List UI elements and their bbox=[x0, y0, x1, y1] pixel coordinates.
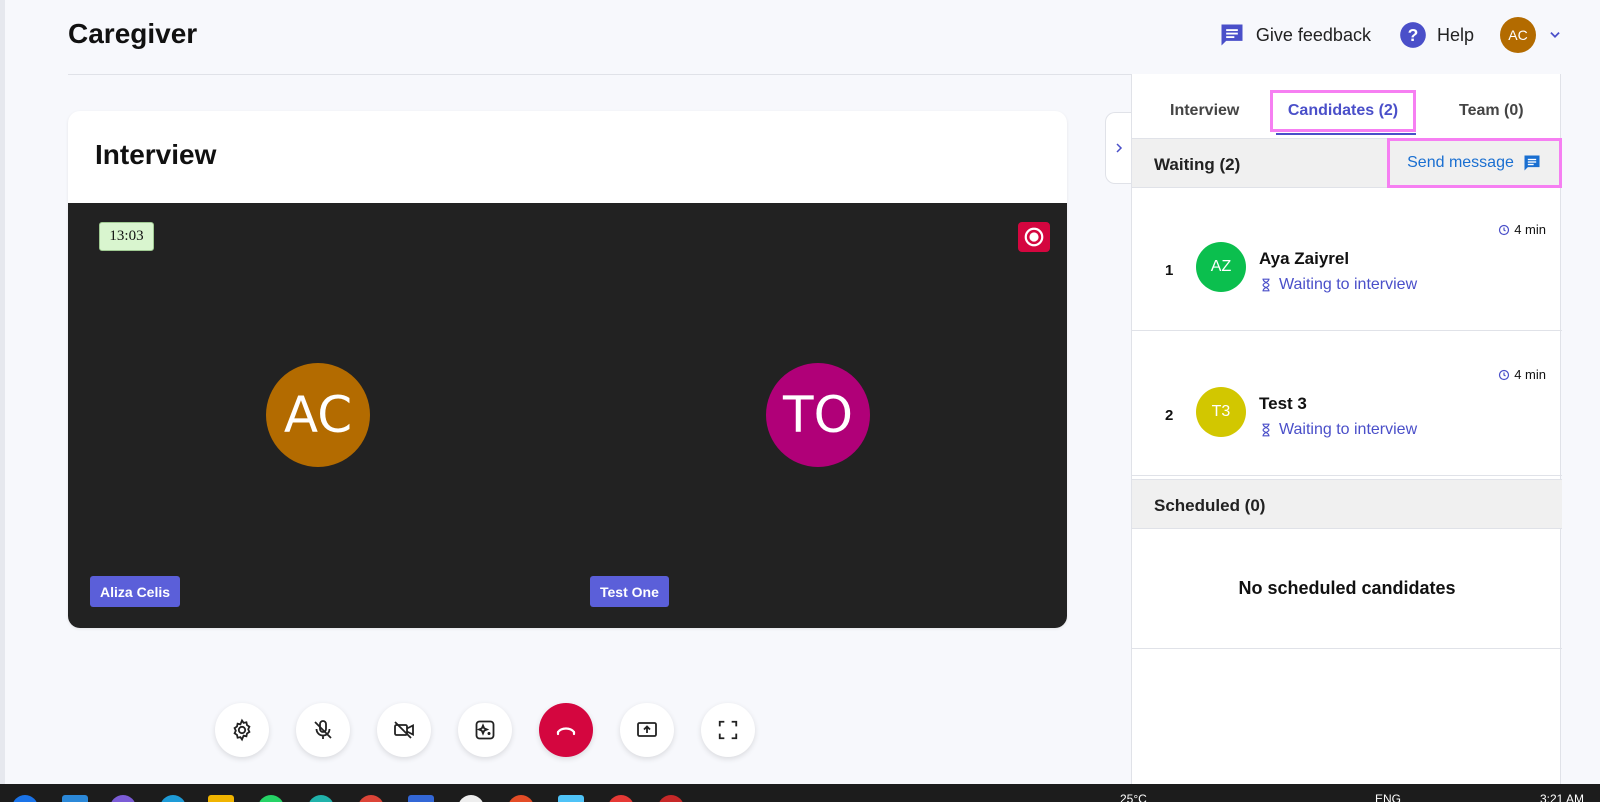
record-icon bbox=[1024, 227, 1044, 247]
camera-toggle-button[interactable] bbox=[377, 703, 431, 757]
participant-name-tag: Aliza Celis bbox=[90, 576, 181, 607]
clock-icon bbox=[1499, 369, 1510, 380]
interview-card: Interview 13:03 AC TO Aliza Celis Test O… bbox=[68, 111, 1067, 628]
fullscreen-icon bbox=[718, 720, 738, 740]
tab-candidates[interactable]: Candidates (2) bbox=[1270, 90, 1416, 132]
candidate-name: Test 3 bbox=[1259, 394, 1307, 413]
taskbar-app-icon[interactable] bbox=[160, 795, 186, 802]
taskbar-app-icon[interactable] bbox=[508, 795, 534, 802]
app-title: Caregiver bbox=[68, 18, 198, 49]
effects-icon bbox=[475, 720, 495, 740]
taskbar-app-icon[interactable] bbox=[658, 795, 684, 802]
taskbar-app-icon[interactable] bbox=[458, 795, 484, 802]
taskbar-app-icon[interactable] bbox=[12, 795, 38, 802]
taskbar-app-icon[interactable] bbox=[608, 795, 634, 802]
camera-off-icon bbox=[394, 721, 414, 739]
tab-interview[interactable]: Interview bbox=[1170, 102, 1239, 120]
hourglass-icon bbox=[1262, 278, 1270, 292]
empty-scheduled-message: No scheduled candidates bbox=[1132, 529, 1562, 649]
taskbar-app-icon[interactable] bbox=[208, 795, 234, 802]
share-screen-icon bbox=[637, 722, 657, 737]
chevron-down-icon[interactable] bbox=[1548, 28, 1562, 42]
wait-time: 4 min bbox=[1498, 222, 1546, 237]
hourglass-icon bbox=[1262, 423, 1270, 437]
call-timer: 13:03 bbox=[99, 222, 154, 251]
wait-time-label: 4 min bbox=[1514, 222, 1546, 237]
taskbar-clock: 3:21 AM bbox=[1540, 792, 1585, 802]
participant-avatar: AC bbox=[266, 363, 370, 467]
taskbar-app-icon[interactable] bbox=[308, 795, 334, 802]
svg-text:?: ? bbox=[1408, 25, 1419, 45]
taskbar-app-icon[interactable] bbox=[358, 795, 384, 802]
taskbar-weather: 25°C bbox=[1120, 792, 1147, 802]
header-actions: Give feedback ? Help AC bbox=[1218, 16, 1562, 54]
participant-avatar: TO bbox=[766, 363, 870, 467]
mic-off-icon bbox=[314, 720, 332, 739]
end-call-icon bbox=[556, 727, 576, 736]
effects-button[interactable] bbox=[458, 703, 512, 757]
panel-tabs: Interview Candidates (2) Team (0) bbox=[1132, 74, 1562, 138]
candidate-status: Waiting to interview bbox=[1259, 421, 1417, 439]
waiting-title: Waiting (2) bbox=[1154, 155, 1241, 174]
end-call-button[interactable] bbox=[539, 703, 593, 757]
collapse-panel-button[interactable] bbox=[1105, 112, 1132, 184]
give-feedback-label: Give feedback bbox=[1255, 24, 1371, 45]
settings-button[interactable] bbox=[215, 703, 269, 757]
help-button[interactable]: ? Help bbox=[1399, 21, 1474, 49]
give-feedback-button[interactable]: Give feedback bbox=[1218, 21, 1371, 49]
card-title: Interview bbox=[95, 139, 217, 170]
candidate-status-label: Waiting to interview bbox=[1279, 276, 1418, 293]
record-button[interactable] bbox=[1018, 222, 1050, 252]
scheduled-title: Scheduled (0) bbox=[1154, 496, 1266, 515]
candidate-row[interactable]: 4 min 1 AZ Aya Zaiyrel Waiting to interv… bbox=[1132, 188, 1562, 331]
participant-name-tag: Test One bbox=[590, 576, 669, 607]
candidate-status-label: Waiting to interview bbox=[1279, 421, 1418, 438]
chevron-right-icon bbox=[1116, 143, 1123, 153]
taskbar-app-icon[interactable] bbox=[62, 795, 88, 802]
wait-time: 4 min bbox=[1498, 367, 1546, 382]
send-message-button[interactable]: Send message bbox=[1387, 138, 1562, 188]
tab-team[interactable]: Team (0) bbox=[1459, 102, 1524, 120]
feedback-icon bbox=[1221, 24, 1243, 46]
candidate-number: 1 bbox=[1165, 262, 1174, 279]
fullscreen-button[interactable] bbox=[701, 703, 755, 757]
taskbar-app-icon[interactable] bbox=[258, 795, 284, 802]
candidate-number: 2 bbox=[1165, 407, 1174, 424]
candidate-status: Waiting to interview bbox=[1259, 276, 1417, 294]
settings-icon bbox=[233, 718, 251, 742]
waiting-section-header: Waiting (2) Send message bbox=[1132, 138, 1562, 188]
candidate-avatar: AZ bbox=[1196, 242, 1246, 292]
taskbar-language[interactable]: ENG bbox=[1375, 792, 1401, 802]
candidate-name: Aya Zaiyrel bbox=[1259, 249, 1350, 268]
side-panel: Interview Candidates (2) Team (0) Waitin… bbox=[1131, 74, 1562, 784]
taskbar-app-icon[interactable] bbox=[558, 795, 584, 802]
os-taskbar: 25°C ENG 3:21 AM bbox=[0, 784, 1600, 802]
candidate-row[interactable]: 4 min 2 T3 Test 3 Waiting to interview bbox=[1132, 333, 1562, 476]
mute-mic-button[interactable] bbox=[296, 703, 350, 757]
candidate-avatar: T3 bbox=[1196, 387, 1246, 437]
wait-time-label: 4 min bbox=[1514, 367, 1546, 382]
taskbar-app-icon[interactable] bbox=[408, 795, 434, 802]
scheduled-section-header: Scheduled (0) bbox=[1132, 479, 1562, 529]
active-tab-indicator bbox=[1276, 133, 1416, 135]
user-avatar[interactable]: AC bbox=[1500, 17, 1536, 53]
send-message-label: Send message bbox=[1407, 154, 1514, 171]
taskbar-app-icon[interactable] bbox=[110, 795, 136, 802]
window-edge bbox=[0, 0, 5, 784]
clock-icon bbox=[1499, 224, 1510, 235]
header-divider bbox=[68, 74, 1131, 75]
share-screen-button[interactable] bbox=[620, 703, 674, 757]
help-icon: ? bbox=[1400, 22, 1426, 48]
help-label: Help bbox=[1436, 24, 1474, 45]
message-icon bbox=[1524, 155, 1540, 171]
video-area: 13:03 AC TO Aliza Celis Test One bbox=[68, 203, 1067, 628]
